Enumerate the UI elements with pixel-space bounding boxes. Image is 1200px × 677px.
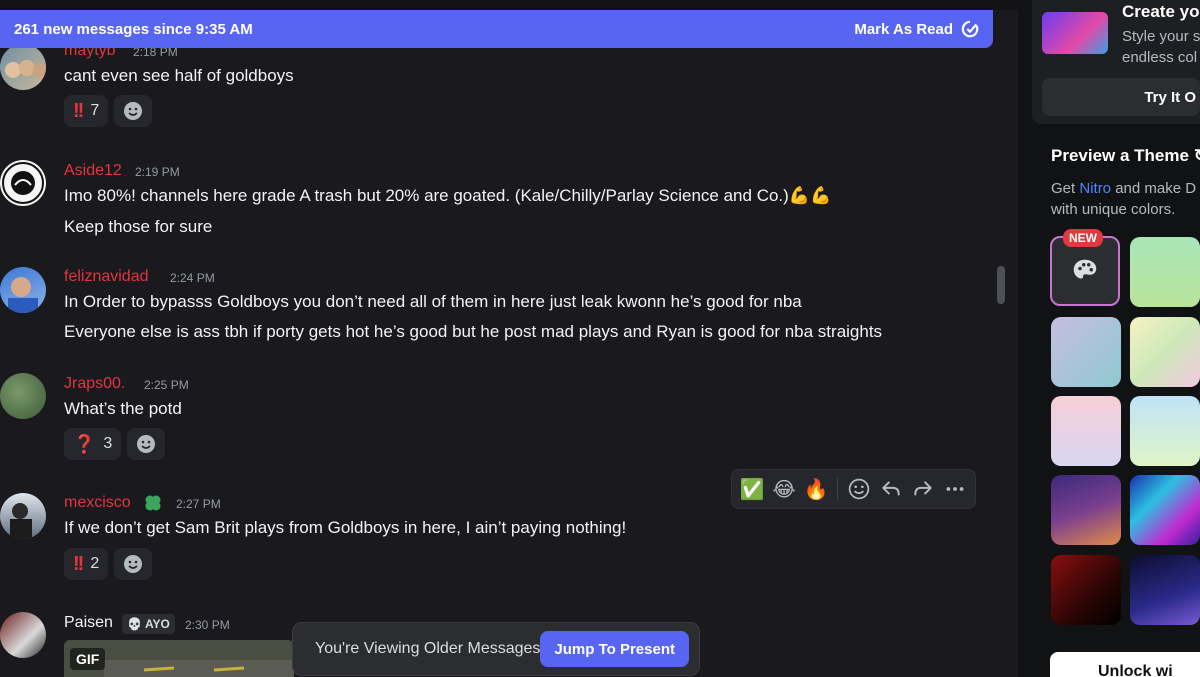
avatar-photo [10,503,32,539]
reaction-chip[interactable]: ❓ 3 [64,428,122,460]
gif-label: GIF [70,648,106,670]
timestamp: 2:27 PM [176,497,221,511]
timestamp: 2:30 PM [185,618,230,632]
more-options-icon[interactable] [941,474,969,504]
promo-subtitle: Style your s endless col [1122,28,1200,66]
palette-icon [1073,259,1097,279]
double-exclamation-icon: !! [73,99,84,122]
theme-swatch-dusk[interactable] [1051,475,1121,545]
avatar[interactable] [0,493,46,539]
nitro-link[interactable]: Nitro [1079,180,1111,197]
message-text: Everyone else is ass tbh if porty gets h… [64,322,883,341]
reaction-bar: !! 7 [64,95,153,127]
add-reaction-button[interactable] [127,428,166,460]
unlock-label: Unlock wi [1098,663,1173,677]
message-text: In Order to bypasss Goldboys you don’t n… [64,292,802,311]
username[interactable]: Aside12 [64,162,122,180]
theme-swatch-cream[interactable] [1130,317,1200,387]
username[interactable]: mexcisco [64,494,131,512]
reaction-bar: !! 2 [64,548,153,580]
timestamp: 2:24 PM [170,271,215,285]
refresh-icon: ↻ [1194,146,1200,165]
preview-theme-title: Preview a Theme ↻ [1051,146,1200,166]
theme-swatch-midnight[interactable] [1130,555,1200,625]
new-messages-banner[interactable]: 261 new messages since 9:35 AM Mark As R… [0,10,993,48]
timestamp: 2:25 PM [144,378,189,392]
older-messages-text: You're Viewing Older Messages [315,640,541,657]
fire-reaction-button[interactable]: 🔥 [802,474,830,504]
avatar[interactable] [0,267,46,313]
add-reaction-button[interactable] [114,548,153,580]
message-hover-toolbar: ✅ 😂 🔥 [731,469,976,509]
timestamp: 2:19 PM [135,165,180,179]
badge-label: AYO [144,617,170,631]
mark-as-read-label: Mark As Read [854,20,953,38]
avatar[interactable] [0,160,46,206]
reaction-chip[interactable]: !! 2 [64,548,109,580]
promo-title: Create yo [1122,2,1200,21]
new-badge: NEW [1063,229,1103,247]
reaction-count: 2 [90,555,100,572]
reaction-count: 3 [103,435,113,452]
jump-to-present-button[interactable]: Jump To Present [540,631,689,667]
smiley-icon [137,435,156,453]
older-messages-bar: You're Viewing Older Messages Jump To Pr… [292,622,700,676]
preview-theme-subtitle: Get Nitro and make D with unique colors. [1051,178,1200,220]
new-messages-text: 261 new messages since 9:35 AM [14,20,253,38]
smiley-icon [124,555,143,573]
try-it-button[interactable]: Try It O [1042,78,1200,116]
theme-preview-thumbnail [1042,12,1108,54]
try-it-label: Try It O [1144,88,1196,106]
chat-area: maytyb 2:18 PM cant even see half of gol… [0,0,1018,677]
add-reaction-button[interactable] [114,95,153,127]
add-reaction-icon[interactable] [845,474,873,504]
reply-icon[interactable] [877,474,905,504]
theme-swatch-mint[interactable] [1130,237,1200,307]
scrollbar-thumb[interactable] [997,266,1005,304]
theme-swatch-pink[interactable] [1051,396,1121,466]
check-mark-reaction-button[interactable]: ✅ [738,474,766,504]
preview-sub-pre: Get [1051,180,1076,197]
preview-theme-label: Preview a Theme [1051,146,1189,165]
gif-embed[interactable]: GIF [64,640,294,677]
theme-swatch-lavender-teal[interactable] [1051,317,1121,387]
reaction-count: 7 [90,102,100,119]
theme-swatch-sky[interactable] [1130,396,1200,466]
avatar-photo [5,60,46,78]
avatar-logo [2,162,44,204]
toolbar-divider [837,478,838,500]
message-text: Keep those for sure [64,217,213,236]
avatar-photo [8,277,38,313]
message-text: What’s the potd [64,399,182,418]
username[interactable]: Jraps00. [64,375,125,393]
unlock-button[interactable]: Unlock wi [1050,652,1200,677]
server-tag-badge: 💀 AYO [122,614,175,634]
double-exclamation-icon: !! [73,552,84,575]
message-text: If we don’t get Sam Brit plays from Gold… [64,518,627,537]
mark-read-icon [961,20,979,38]
message-text: cant even see half of goldboys [64,66,294,85]
reaction-chip[interactable]: !! 7 [64,95,109,127]
promo-card: Create yo Style your s endless col Try I… [1032,0,1200,124]
avatar[interactable] [0,373,46,419]
skull-icon: 💀 [127,617,142,631]
forward-icon[interactable] [909,474,937,504]
mark-as-read-button[interactable]: Mark As Read [854,20,993,38]
avatar[interactable] [0,612,46,658]
theme-swatch-crimson[interactable] [1051,555,1121,625]
message-text: Imo 80%! channels here grade A trash but… [64,186,832,205]
clover-badge-icon [143,493,163,513]
username[interactable]: Paisen [64,614,113,632]
theme-swatch-neon[interactable] [1130,475,1200,545]
username[interactable]: feliznavidad [64,268,149,286]
laughing-reaction-button[interactable]: 😂 [770,474,798,504]
smiley-icon [124,102,143,120]
question-mark-icon: ❓ [73,433,96,454]
avatar[interactable] [0,44,46,90]
reaction-bar: ❓ 3 [64,428,166,460]
